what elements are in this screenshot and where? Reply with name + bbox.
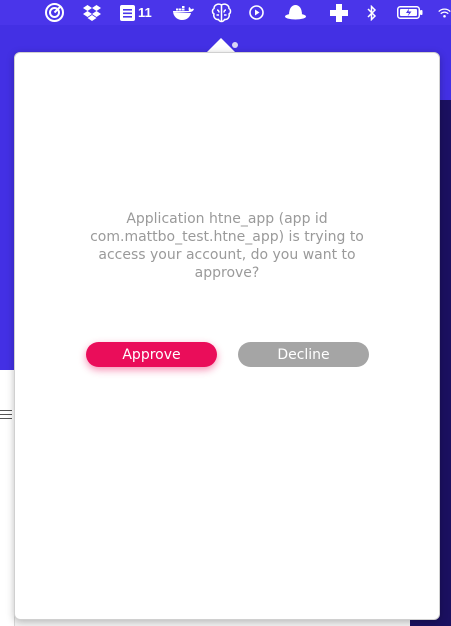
medical-cross-icon[interactable] (329, 3, 348, 22)
battery-icon[interactable] (396, 3, 423, 22)
wifi-icon[interactable] (438, 3, 451, 22)
bluetooth-icon[interactable] (366, 3, 378, 22)
hamburger-icon (0, 410, 12, 422)
focus-icon[interactable] (44, 3, 64, 22)
background-window-sidebar (0, 370, 15, 626)
approve-button[interactable]: Approve (86, 342, 217, 367)
page-indicator-dot (232, 42, 238, 48)
tasks-icon[interactable]: 11 (120, 3, 154, 22)
hat-icon[interactable] (284, 3, 306, 22)
authorization-popover: Application htne_app (app id com.mattbo_… (14, 52, 440, 620)
tasks-count: 11 (138, 5, 152, 20)
menu-bar: 11 (0, 0, 451, 25)
dropbox-icon[interactable] (82, 3, 102, 22)
brain-icon[interactable] (210, 2, 232, 22)
authorization-message: Application htne_app (app id com.mattbo_… (90, 211, 364, 281)
docker-icon[interactable] (172, 3, 194, 22)
play-circle-icon[interactable] (248, 3, 264, 22)
decline-button[interactable]: Decline (238, 342, 369, 367)
